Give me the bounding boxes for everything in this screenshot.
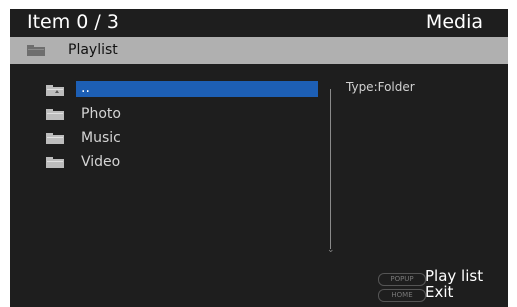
top-bar: Item 0 / 3 Media xyxy=(10,9,508,36)
folder-icon xyxy=(46,133,64,144)
media-browser-screen: Item 0 / 3 Media Playlist .. Photo Music… xyxy=(10,9,508,307)
file-list: .. Photo Music Video xyxy=(46,79,318,175)
item-counter: Item 0 / 3 xyxy=(27,11,119,33)
info-type: Type:Folder xyxy=(346,80,415,94)
list-item-label: .. xyxy=(81,80,90,96)
selection-highlight xyxy=(76,81,318,97)
list-item-label: Video xyxy=(81,154,121,170)
path-bar: Playlist xyxy=(10,37,508,64)
list-item-parent[interactable]: .. xyxy=(46,79,318,103)
folder-icon xyxy=(27,45,45,56)
list-item-video[interactable]: Video xyxy=(46,151,318,175)
parent-folder-icon xyxy=(46,85,64,96)
list-scrollbar[interactable] xyxy=(330,89,331,249)
path-label: Playlist xyxy=(68,42,118,58)
list-item-label: Music xyxy=(81,130,121,146)
folder-icon xyxy=(46,157,64,168)
mode-title: Media xyxy=(425,11,483,33)
list-item-label: Photo xyxy=(81,106,121,122)
list-item-photo[interactable]: Photo xyxy=(46,103,318,127)
popup-key-badge: POPUP xyxy=(378,273,426,286)
list-item-music[interactable]: Music xyxy=(46,127,318,151)
folder-icon xyxy=(46,109,64,120)
home-action-label: Exit xyxy=(425,283,454,301)
home-key-badge: HOME xyxy=(378,289,426,302)
scroll-down-icon: ⌄ xyxy=(327,245,335,255)
